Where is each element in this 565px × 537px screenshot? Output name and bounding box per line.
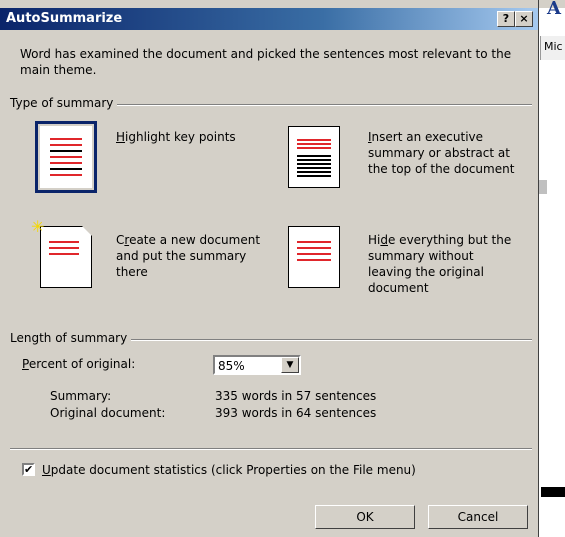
highlight-key-points-option[interactable]: Highlight key points xyxy=(116,129,266,145)
background-block xyxy=(541,487,565,497)
page-fold xyxy=(82,226,92,236)
highlight-key-points-icon[interactable] xyxy=(35,121,97,193)
original-document-label: Original document: xyxy=(50,406,166,420)
create-label: eate a new document and put the summary … xyxy=(116,233,261,279)
percent-label-text: ercent of original: xyxy=(28,357,136,371)
new-star-icon: ✳ xyxy=(31,217,45,236)
update-statistics-label[interactable]: Update document statistics (click Proper… xyxy=(42,463,416,477)
font-color-icon: A xyxy=(547,0,561,19)
background-window-title: Mic xyxy=(544,40,563,53)
highlight-hotkey: H xyxy=(116,130,126,144)
hide-everything-icon[interactable] xyxy=(288,226,340,288)
percent-hotkey: P xyxy=(22,357,29,371)
highlight-label: ighlight key points xyxy=(125,130,236,144)
summary-value: 335 words in 57 sentences xyxy=(215,389,377,403)
insert-label: nsert an executive summary or abstract a… xyxy=(368,130,515,176)
original-document-value: 393 words in 64 sentences xyxy=(215,406,377,420)
cancel-button[interactable]: Cancel xyxy=(428,505,528,529)
hide-label: e everything but the summary without lea… xyxy=(368,233,512,295)
percent-value: 85% xyxy=(218,359,245,373)
update-hotkey: U xyxy=(42,463,51,477)
hide-hotkey: d xyxy=(380,233,388,247)
intro-text: Word has examined the document and picke… xyxy=(20,47,512,77)
dialog-title: AutoSummarize xyxy=(6,11,123,26)
update-label-text: pdate document statistics (click Propert… xyxy=(50,463,416,477)
hide-everything-option[interactable]: Hide everything but the summary without … xyxy=(368,232,518,296)
chevron-down-icon[interactable]: ▼ xyxy=(281,357,299,373)
background-ruler-mark xyxy=(539,180,547,194)
length-group-label: Length of summary xyxy=(10,331,132,345)
update-statistics-checkbox[interactable]: ✔ xyxy=(22,463,35,476)
percent-of-original-label: Percent of original: xyxy=(22,357,135,371)
percent-combo[interactable]: 85% ▼ xyxy=(213,355,301,375)
background-document xyxy=(538,8,565,537)
ok-button[interactable]: OK xyxy=(315,505,415,529)
create-new-document-icon[interactable]: ✳ xyxy=(31,219,92,288)
type-group-label: Type of summary xyxy=(10,96,118,110)
close-button[interactable]: × xyxy=(515,11,533,27)
title-bar[interactable]: AutoSummarize ? × xyxy=(0,8,538,30)
create-new-document-option[interactable]: Create a new document and put the summar… xyxy=(116,232,266,280)
insert-summary-icon[interactable] xyxy=(288,126,340,188)
hide-prefix: Hi xyxy=(368,233,381,247)
help-button[interactable]: ? xyxy=(497,11,515,27)
separator xyxy=(10,448,532,450)
summary-label: Summary: xyxy=(50,389,112,403)
autosummarize-dialog: AutoSummarize ? × Word has examined the … xyxy=(0,0,539,537)
insert-summary-option[interactable]: Insert an executive summary or abstract … xyxy=(368,129,518,177)
